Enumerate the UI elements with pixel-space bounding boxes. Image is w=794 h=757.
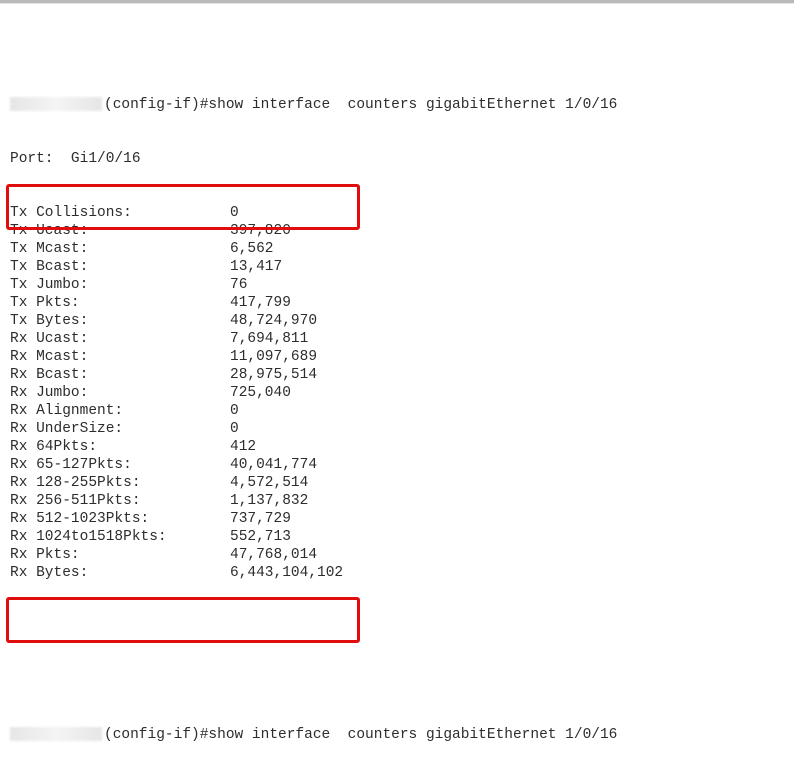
counter-value: 397,820	[230, 222, 291, 240]
counter-row: Tx Ucast:397,820	[10, 222, 784, 240]
counter-label: Rx Alignment:	[10, 402, 230, 420]
counter-value: 11,097,689	[230, 348, 317, 366]
counter-value: 6,562	[230, 240, 274, 258]
counter-row: Rx Jumbo:725,040	[10, 384, 784, 402]
counter-label: Rx Ucast:	[10, 330, 230, 348]
counter-value: 4,572,514	[230, 474, 308, 492]
counter-label: Rx Pkts:	[10, 546, 230, 564]
counter-label: Tx Ucast:	[10, 222, 230, 240]
counter-label: Tx Bcast:	[10, 258, 230, 276]
counter-value: 417,799	[230, 294, 291, 312]
counter-value: 47,768,014	[230, 546, 317, 564]
counter-value: 552,713	[230, 528, 291, 546]
blank-line	[10, 636, 784, 654]
counter-value: 1,137,832	[230, 492, 308, 510]
counter-row: Rx Bcast:28,975,514	[10, 366, 784, 384]
counter-value: 412	[230, 438, 256, 456]
counter-value: 0	[230, 402, 239, 420]
counter-value: 76	[230, 276, 247, 294]
counter-label: Tx Jumbo:	[10, 276, 230, 294]
counter-value: 6,443,104,102	[230, 564, 343, 582]
counter-row: Rx 256-511Pkts:1,137,832	[10, 492, 784, 510]
counter-rows-1: Tx Collisions:0Tx Ucast:397,820Tx Mcast:…	[10, 204, 784, 582]
counter-row: Rx Mcast:11,097,689	[10, 348, 784, 366]
prompt-suffix: (config-if)#	[104, 97, 208, 113]
hostname-blur	[10, 97, 102, 111]
counter-row: Tx Bytes:48,724,970	[10, 312, 784, 330]
counter-row: Tx Mcast:6,562	[10, 240, 784, 258]
counter-row: Rx Ucast:7,694,811	[10, 330, 784, 348]
counter-row: Rx UnderSize:0	[10, 420, 784, 438]
counter-label: Rx 65-127Pkts:	[10, 456, 230, 474]
command-text: show interface counters gigabitEthernet …	[208, 727, 617, 743]
prompt-suffix: (config-if)#	[104, 727, 208, 743]
port-line-1: Port: Gi1/0/16	[10, 150, 784, 168]
counter-label: Tx Bytes:	[10, 312, 230, 330]
command-line-2: (config-if)#show interface counters giga…	[10, 726, 784, 744]
counter-label: Rx UnderSize:	[10, 420, 230, 438]
window-top-border	[0, 0, 794, 3]
counter-value: 48,724,970	[230, 312, 317, 330]
counter-label: Rx 512-1023Pkts:	[10, 510, 230, 528]
terminal-output: (config-if)#show interface counters giga…	[0, 0, 794, 757]
counter-label: Rx 256-511Pkts:	[10, 492, 230, 510]
counter-value: 0	[230, 204, 239, 222]
counter-value: 0	[230, 420, 239, 438]
counter-row: Tx Jumbo:76	[10, 276, 784, 294]
counter-label: Tx Mcast:	[10, 240, 230, 258]
counter-row: Rx Pkts:47,768,014	[10, 546, 784, 564]
counter-value: 725,040	[230, 384, 291, 402]
counter-label: Rx Jumbo:	[10, 384, 230, 402]
counter-value: 13,417	[230, 258, 282, 276]
counter-row: Rx 512-1023Pkts:737,729	[10, 510, 784, 528]
counter-row: Rx 1024to1518Pkts:552,713	[10, 528, 784, 546]
counter-label: Tx Collisions:	[10, 204, 230, 222]
counter-value: 40,041,774	[230, 456, 317, 474]
counter-row: Tx Pkts:417,799	[10, 294, 784, 312]
command-text: show interface counters gigabitEthernet …	[208, 97, 617, 113]
counter-row: Tx Collisions:0	[10, 204, 784, 222]
counter-label: Tx Pkts:	[10, 294, 230, 312]
counter-row: Rx 128-255Pkts:4,572,514	[10, 474, 784, 492]
counter-row: Rx Bytes:6,443,104,102	[10, 564, 784, 582]
counter-label: Rx 1024to1518Pkts:	[10, 528, 230, 546]
hostname-blur	[10, 727, 102, 741]
counter-label: Rx Bytes:	[10, 564, 230, 582]
counter-row: Tx Bcast:13,417	[10, 258, 784, 276]
counter-row: Rx 64Pkts:412	[10, 438, 784, 456]
counter-label: Rx Bcast:	[10, 366, 230, 384]
counter-value: 28,975,514	[230, 366, 317, 384]
counter-label: Rx 64Pkts:	[10, 438, 230, 456]
command-line-1: (config-if)#show interface counters giga…	[10, 96, 784, 114]
counter-row: Rx Alignment:0	[10, 402, 784, 420]
counter-value: 737,729	[230, 510, 291, 528]
counter-value: 7,694,811	[230, 330, 308, 348]
counter-label: Rx 128-255Pkts:	[10, 474, 230, 492]
counter-label: Rx Mcast:	[10, 348, 230, 366]
counter-row: Rx 65-127Pkts:40,041,774	[10, 456, 784, 474]
